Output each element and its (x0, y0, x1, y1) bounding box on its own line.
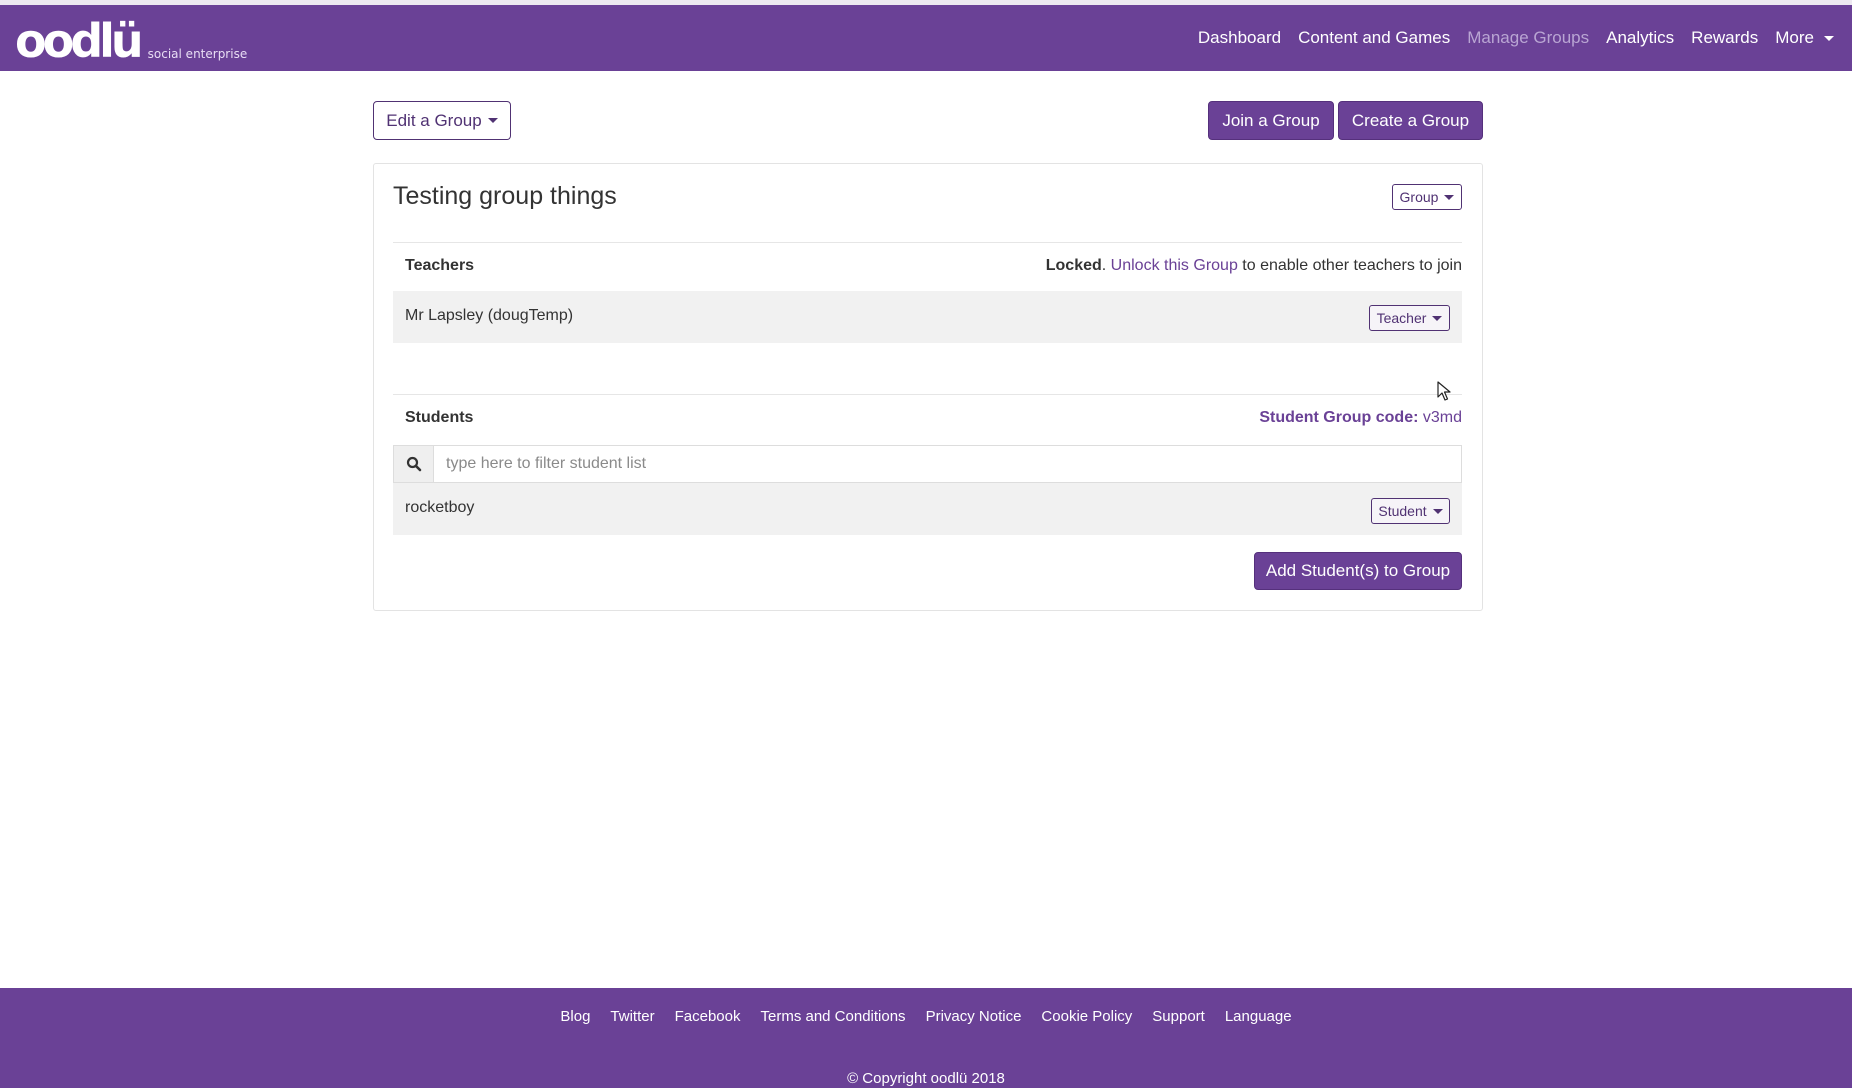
join-group-button[interactable]: Join a Group (1208, 101, 1334, 140)
search-icon (394, 446, 434, 482)
nav-rewards[interactable]: Rewards (1691, 28, 1758, 48)
divider (393, 242, 1462, 243)
footer-link-twitter[interactable]: Twitter (610, 1008, 654, 1025)
caret-down-icon (1432, 508, 1443, 514)
footer-link-terms[interactable]: Terms and Conditions (760, 1008, 905, 1025)
nav-more-label: More (1775, 28, 1814, 47)
student-filter-group (393, 445, 1462, 483)
footer-link-facebook[interactable]: Facebook (675, 1008, 741, 1025)
nav-dashboard[interactable]: Dashboard (1198, 28, 1281, 48)
caret-down-icon (487, 118, 498, 123)
student-filter-input[interactable] (434, 446, 1461, 482)
create-group-button[interactable]: Create a Group (1338, 101, 1483, 140)
caret-down-icon (1432, 315, 1443, 321)
teacher-row: Mr Lapsley (dougTemp) Teacher (393, 291, 1462, 343)
edit-group-dropdown[interactable]: Edit a Group (373, 101, 511, 140)
group-code-value: v3md (1422, 409, 1462, 426)
group-panel (373, 163, 1483, 611)
nav-more-dropdown[interactable]: More (1775, 28, 1834, 48)
add-students-button[interactable]: Add Student(s) to Group (1254, 552, 1462, 590)
teacher-role-label: Teacher (1376, 310, 1427, 326)
teacher-role-dropdown[interactable]: Teacher (1369, 305, 1450, 331)
nav-content-and-games[interactable]: Content and Games (1298, 28, 1450, 48)
caret-down-icon (1824, 35, 1834, 41)
copyright-text: © Copyright oodlü 2018 (847, 1070, 1005, 1087)
site-footer: Blog Twitter Facebook Terms and Conditio… (0, 988, 1852, 1088)
main-nav: Dashboard Content and Games Manage Group… (1181, 5, 1834, 71)
teachers-heading: Teachers (405, 257, 475, 274)
student-role-label: Student (1378, 503, 1427, 519)
unlock-group-link[interactable]: Unlock this Group (1111, 257, 1238, 274)
student-group-code: Student Group code: v3md (1259, 409, 1462, 427)
students-heading: Students (405, 409, 474, 426)
student-role-dropdown[interactable]: Student (1371, 498, 1450, 524)
footer-link-language[interactable]: Language (1225, 1008, 1292, 1025)
lock-status-tail: to enable other teachers to join (1242, 257, 1462, 274)
locked-label: Locked (1045, 257, 1102, 274)
brand-logo[interactable]: oodlü social enterprise (15, 14, 248, 68)
mouse-cursor-icon (1437, 381, 1451, 406)
footer-link-support[interactable]: Support (1152, 1008, 1205, 1025)
teacher-name: Mr Lapsley (dougTemp) (405, 307, 574, 324)
lock-status: Locked. Unlock this Group to enable othe… (1046, 257, 1462, 275)
footer-link-cookie-policy[interactable]: Cookie Policy (1041, 1008, 1132, 1025)
divider (393, 394, 1462, 395)
caret-down-icon (1444, 194, 1455, 200)
student-row: rocketboy Student (393, 483, 1462, 535)
group-title: Testing group things (393, 182, 617, 210)
top-navbar: oodlü social enterprise Dashboard Conten… (0, 5, 1852, 71)
group-code-label: Student Group code: (1259, 409, 1419, 426)
logo-wordmark: oodlü (15, 14, 144, 68)
footer-links: Blog Twitter Facebook Terms and Conditio… (0, 1008, 1852, 1025)
group-menu-dropdown[interactable]: Group (1392, 184, 1462, 210)
nav-analytics[interactable]: Analytics (1606, 28, 1674, 48)
nav-manage-groups[interactable]: Manage Groups (1467, 28, 1589, 48)
footer-link-privacy[interactable]: Privacy Notice (926, 1008, 1022, 1025)
edit-group-label: Edit a Group (386, 110, 482, 130)
lock-status-sep: . (1101, 257, 1107, 274)
group-menu-label: Group (1399, 189, 1439, 205)
footer-link-blog[interactable]: Blog (560, 1008, 590, 1025)
student-name: rocketboy (405, 499, 475, 516)
logo-tagline: social enterprise (147, 47, 248, 61)
